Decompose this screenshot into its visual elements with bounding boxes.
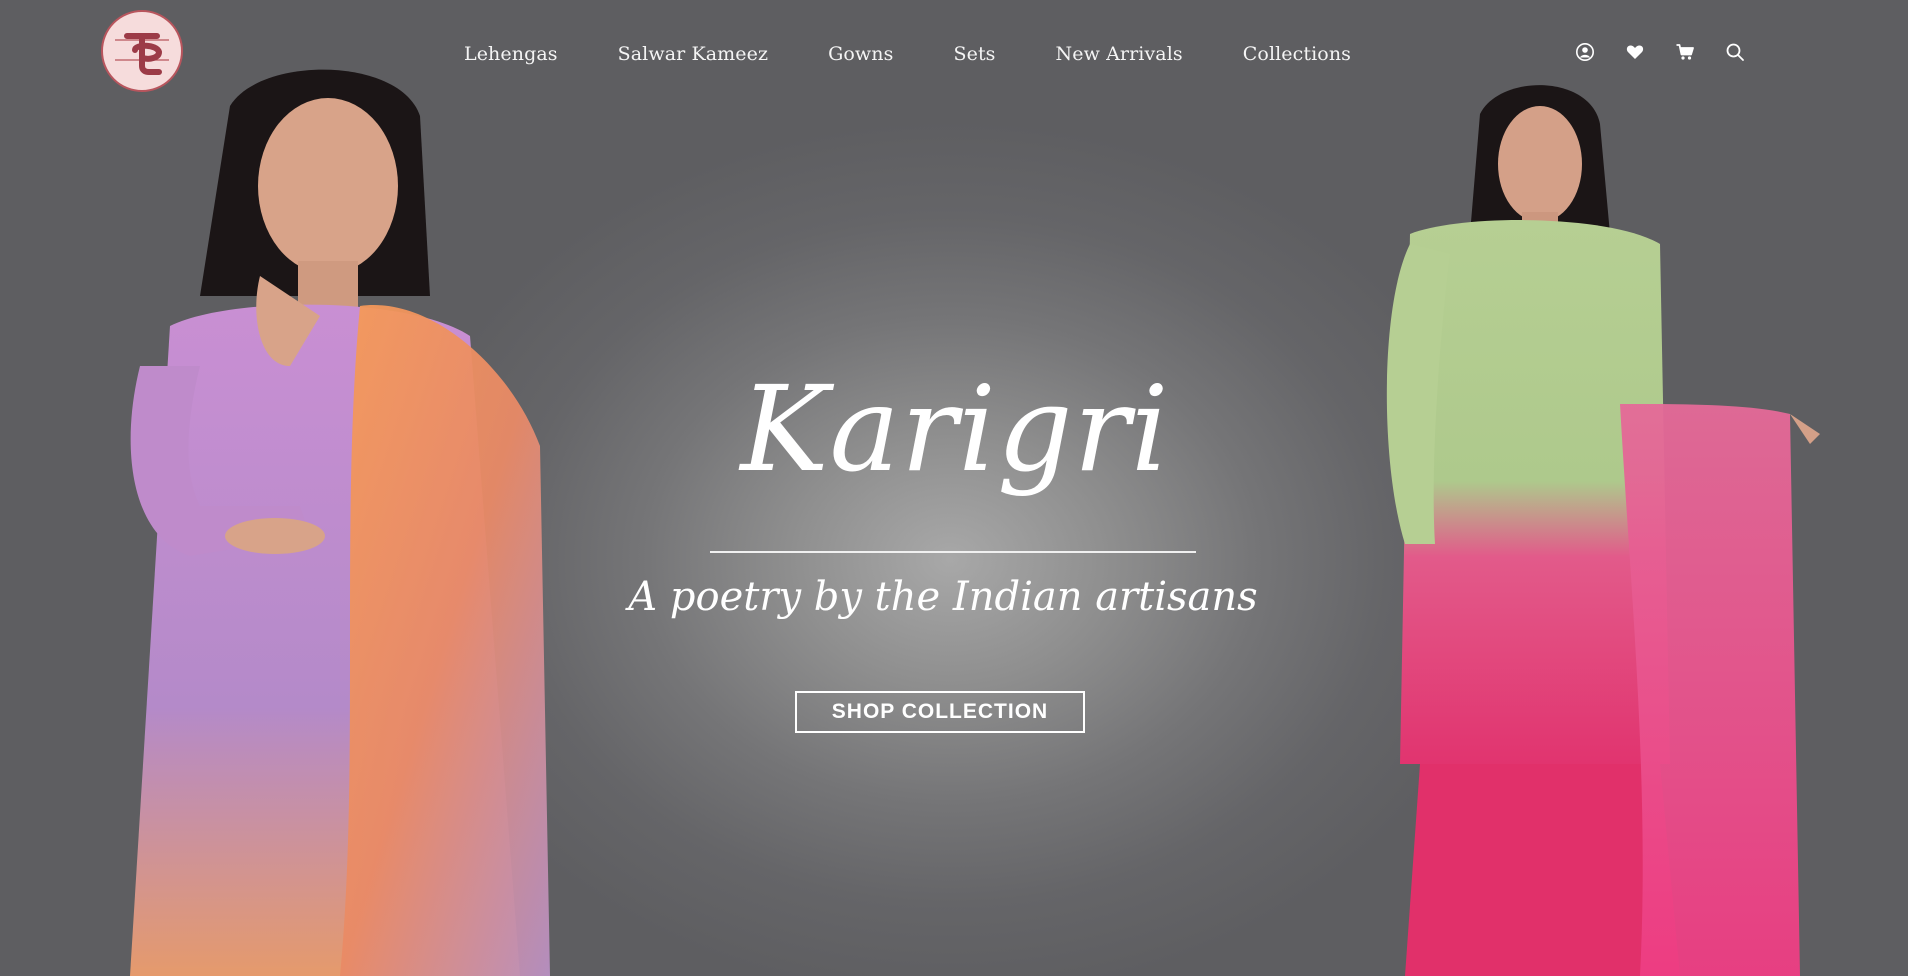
search-icon[interactable] bbox=[1724, 41, 1746, 63]
hero-divider bbox=[710, 551, 1196, 553]
brand-logo[interactable] bbox=[101, 10, 183, 92]
left-model-image bbox=[110, 66, 570, 976]
tc-monogram-icon bbox=[115, 33, 169, 75]
hero-title: Karigri bbox=[740, 360, 1170, 498]
nav-item-salwar-kameez[interactable]: Salwar Kameez bbox=[618, 43, 768, 65]
cart-icon[interactable] bbox=[1674, 41, 1696, 63]
nav-item-collections[interactable]: Collections bbox=[1243, 43, 1351, 65]
hero-tagline: A poetry by the Indian artisans bbox=[628, 574, 1258, 620]
main-nav: Lehengas Salwar Kameez Gowns Sets New Ar… bbox=[464, 42, 1351, 66]
account-icon[interactable] bbox=[1574, 41, 1596, 63]
nav-item-new-arrivals[interactable]: New Arrivals bbox=[1056, 43, 1183, 65]
right-model-image bbox=[1350, 84, 1820, 976]
nav-item-sets[interactable]: Sets bbox=[953, 43, 995, 65]
wishlist-heart-icon[interactable] bbox=[1624, 41, 1646, 63]
nav-item-gowns[interactable]: Gowns bbox=[828, 43, 893, 65]
header-icons bbox=[1574, 41, 1746, 63]
nav-item-lehengas[interactable]: Lehengas bbox=[464, 43, 558, 65]
hero-banner: Lehengas Salwar Kameez Gowns Sets New Ar… bbox=[0, 0, 1908, 976]
shop-collection-button[interactable]: SHOP COLLECTION bbox=[795, 691, 1085, 733]
